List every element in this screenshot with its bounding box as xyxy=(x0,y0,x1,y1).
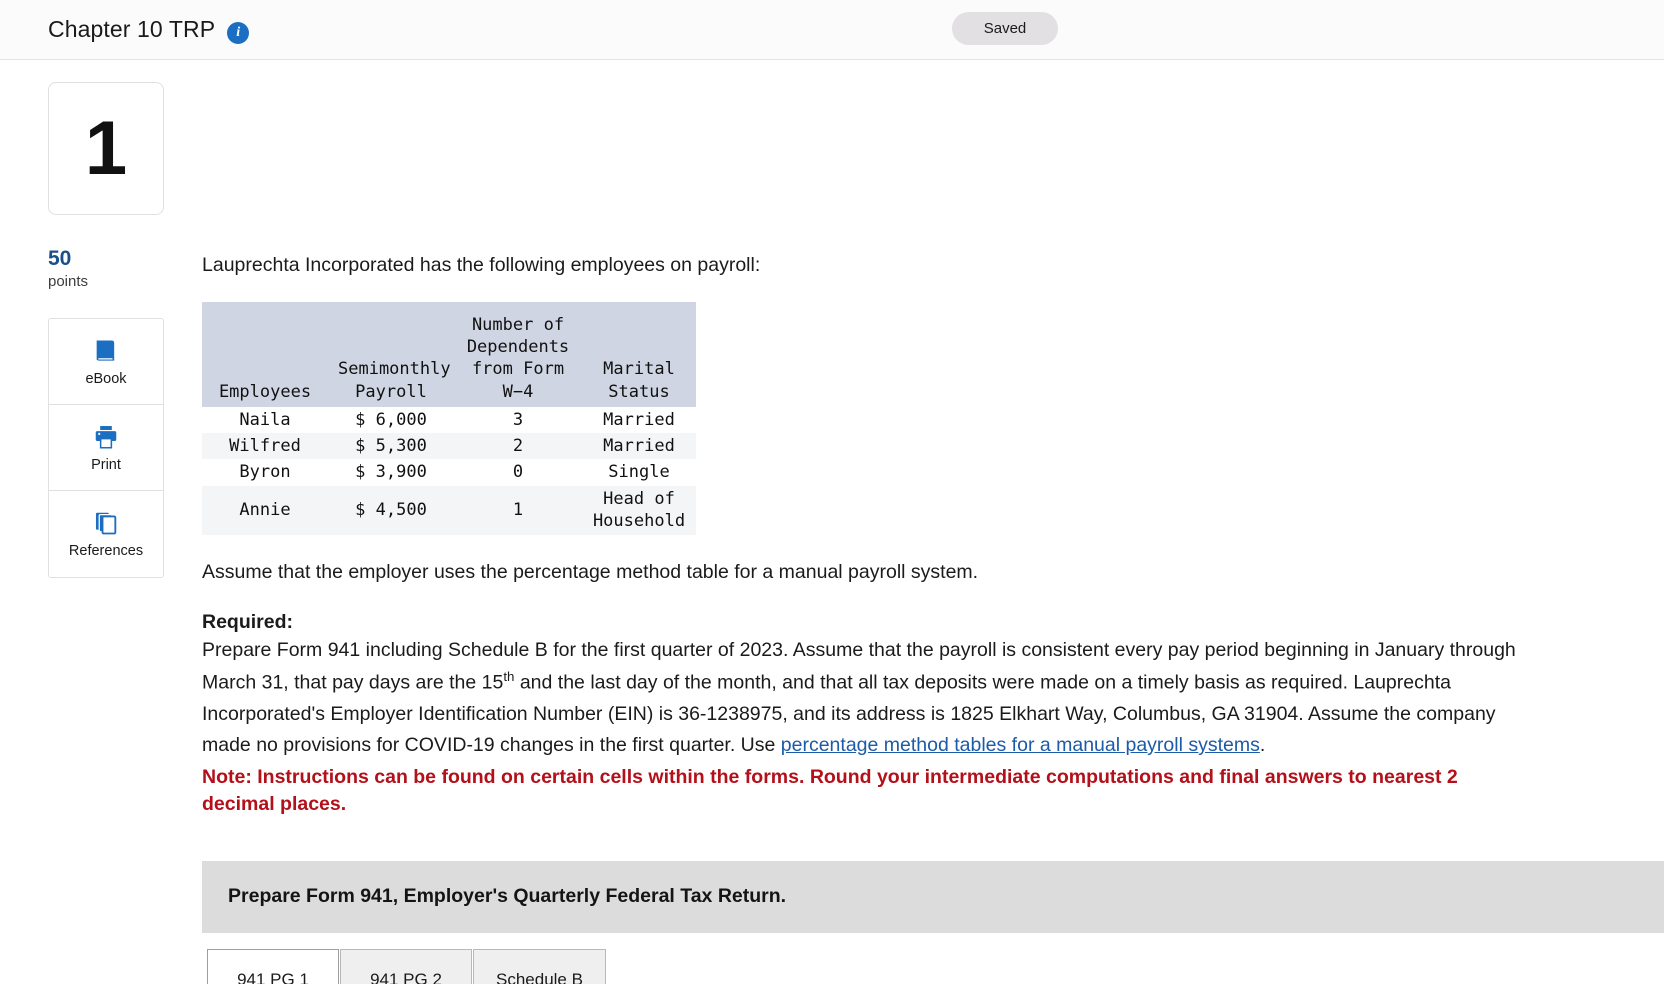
ordinal-suffix: th xyxy=(503,669,515,685)
question-number: 1 xyxy=(84,105,128,191)
cell-dependents: 0 xyxy=(512,462,524,483)
question-rail: 1 50 points eBook Print References xyxy=(0,60,202,579)
cell-payroll: $ 5,300 xyxy=(355,436,427,457)
question-content: Lauprechta Incorporated has the followin… xyxy=(202,60,1664,984)
ebook-icon xyxy=(92,337,120,365)
payroll-table-head: Employees Semimonthly Payroll Number of … xyxy=(202,302,696,407)
cell-marital: Married xyxy=(603,436,675,457)
ebook-label: eBook xyxy=(85,370,127,387)
page-title: Chapter 10 TRP i xyxy=(48,16,250,44)
page-title-text: Chapter 10 TRP xyxy=(48,16,216,42)
note-text: Note: Instructions can be found on certa… xyxy=(202,766,1458,815)
table-row: Naila $ 6,000 3 Married xyxy=(202,406,696,434)
required-heading: Required: xyxy=(202,611,294,633)
col-header-dependents: Number of Dependents from Form W−4 xyxy=(454,302,582,407)
question-number-box: 1 xyxy=(48,82,164,215)
payroll-table-wrapper: Employees Semimonthly Payroll Number of … xyxy=(202,302,1644,535)
intro-paragraph: Lauprechta Incorporated has the followin… xyxy=(202,254,761,276)
cell-marital: Head of Household xyxy=(592,488,686,532)
cell-payroll: $ 6,000 xyxy=(355,409,427,430)
cell-employee: Wilfred xyxy=(229,436,301,457)
form-banner: Prepare Form 941, Employer's Quarterly F… xyxy=(202,860,1664,933)
col-header-marital: Marital Status xyxy=(582,302,696,407)
required-block: Required: Prepare Form 941 including Sch… xyxy=(202,611,1644,817)
cell-payroll: $ 3,900 xyxy=(355,462,427,483)
table-row: Annie $ 4,500 1 Head of Household xyxy=(202,485,696,535)
table-row: Wilfred $ 5,300 2 Married xyxy=(202,433,696,460)
references-label: References xyxy=(68,543,144,560)
assume-paragraph: Assume that the employer uses the percen… xyxy=(202,560,979,583)
col-header-employees: Employees xyxy=(202,302,328,407)
payroll-table: Employees Semimonthly Payroll Number of … xyxy=(202,302,696,535)
cell-payroll: $ 4,500 xyxy=(355,500,427,521)
form-banner-title: Prepare Form 941, Employer's Quarterly F… xyxy=(228,885,787,908)
points-value: 50 xyxy=(48,247,72,270)
tab-941-pg-2[interactable]: 941 PG 2 xyxy=(340,948,472,984)
payroll-table-body: Naila $ 6,000 3 Married Wilfred $ 5,300 … xyxy=(202,406,696,535)
cell-employee: Naila xyxy=(239,409,291,430)
required-paragraph: Prepare Form 941 including Schedule B fo… xyxy=(202,635,1532,761)
print-label: Print xyxy=(91,456,121,473)
form-section: Prepare Form 941, Employer's Quarterly F… xyxy=(202,860,1664,984)
cell-dependents: 1 xyxy=(512,500,524,521)
references-icon xyxy=(92,509,120,537)
status-badge[interactable]: Saved xyxy=(952,12,1058,45)
cell-dependents: 3 xyxy=(512,409,524,430)
cell-employee: Annie xyxy=(239,500,291,521)
required-text-part3: . xyxy=(1259,734,1266,757)
cell-marital: Married xyxy=(603,409,675,430)
references-button[interactable]: References xyxy=(49,491,163,578)
form-tab-bar: 941 PG 1 941 PG 2 Schedule B xyxy=(202,948,1644,984)
top-bar: Chapter 10 TRP i Saved xyxy=(0,0,1664,60)
percentage-method-tables-link[interactable]: percentage method tables for a manual pa… xyxy=(781,734,1260,756)
print-button[interactable]: Print xyxy=(49,405,163,492)
points-label: points xyxy=(48,273,89,291)
tool-card-group: eBook Print References xyxy=(48,318,164,579)
tab-941-pg-1[interactable]: 941 PG 1 xyxy=(207,948,339,984)
cell-employee: Byron xyxy=(239,462,291,483)
cell-marital: Single xyxy=(608,462,670,483)
table-row: Byron $ 3,900 0 Single xyxy=(202,459,696,486)
col-header-payroll: Semimonthly Payroll xyxy=(328,302,454,407)
printer-icon xyxy=(92,423,120,451)
info-icon[interactable]: i xyxy=(227,21,250,44)
tab-schedule-b[interactable]: Schedule B xyxy=(473,948,606,984)
ebook-button[interactable]: eBook xyxy=(49,319,163,406)
page-body: 1 50 points eBook Print References Laupr… xyxy=(0,60,1664,984)
cell-dependents: 2 xyxy=(512,436,524,457)
